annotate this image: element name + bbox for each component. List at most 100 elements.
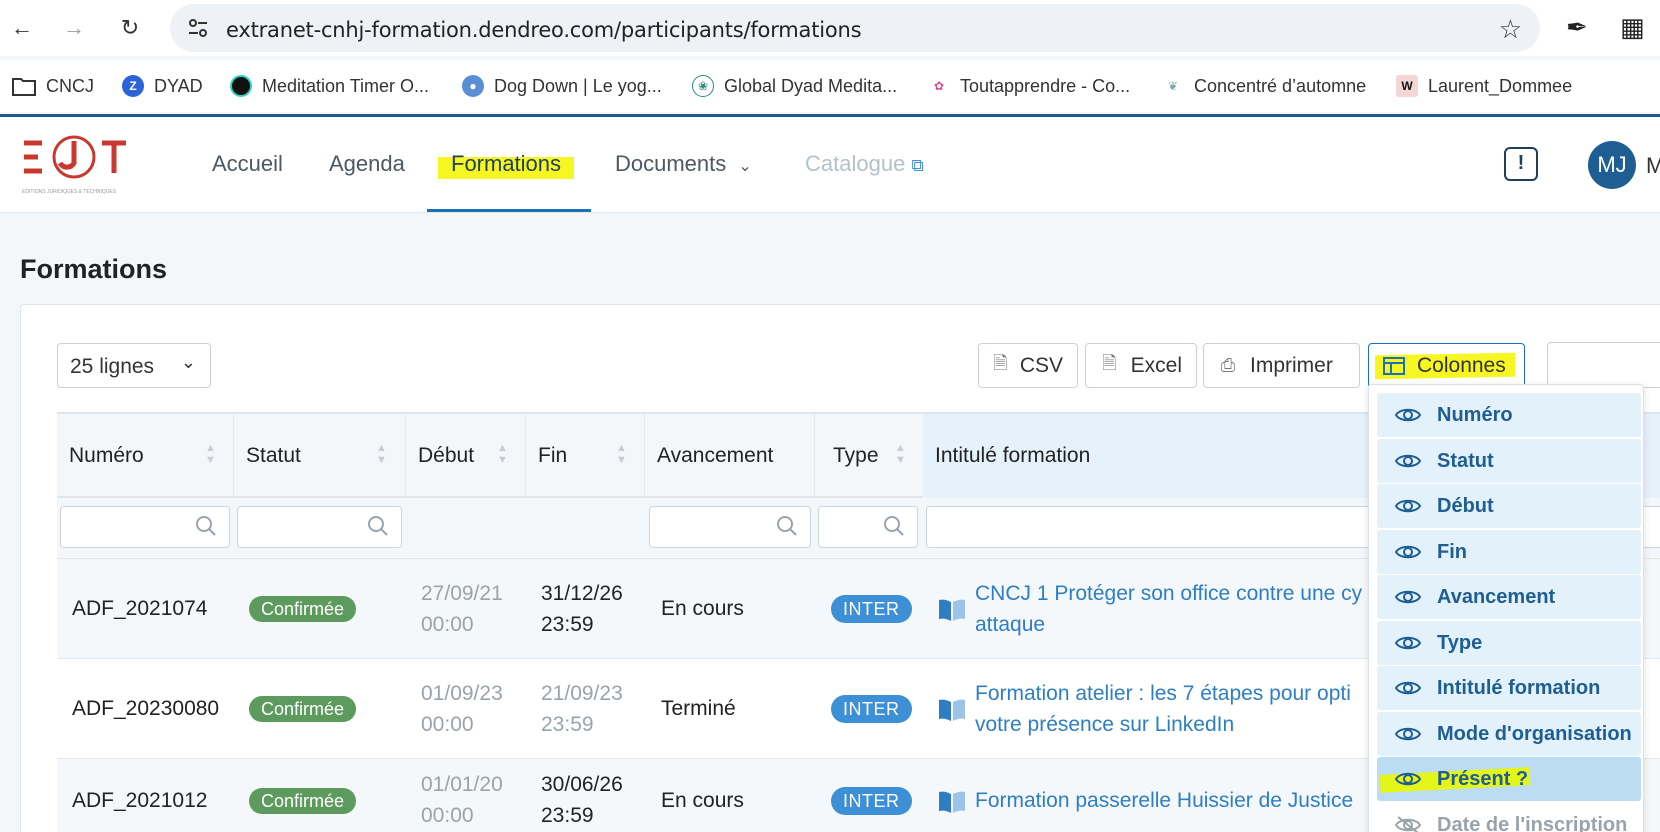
formation-link[interactable]: CNCJ 1 Protéger son office contre une cy xyxy=(975,578,1362,609)
column-toggle-date-inscription[interactable]: Date de l'inscription xyxy=(1377,803,1641,832)
column-divider xyxy=(644,414,645,498)
csv-button[interactable]: 🗎 CSV xyxy=(978,343,1078,388)
column-toggle-label: Type xyxy=(1437,631,1483,654)
col-header-type[interactable]: Type xyxy=(833,444,879,468)
nav-documents[interactable]: Documents ⌄ xyxy=(615,151,752,177)
forward-arrow-icon[interactable]: → xyxy=(58,12,90,44)
bookmark-label: Meditation Timer O... xyxy=(262,75,430,96)
column-toggle-avancement[interactable]: Avancement xyxy=(1377,575,1641,619)
column-toggle-intitule[interactable]: Intitulé formation xyxy=(1377,666,1641,710)
page-title: Formations xyxy=(20,254,168,284)
avatar[interactable]: MJ xyxy=(1588,141,1636,189)
bookmark-label: DYAD xyxy=(154,75,203,96)
formation-link[interactable]: Formation passerelle Huissier de Justice xyxy=(975,785,1353,816)
nav-accueil[interactable]: Accueil xyxy=(212,151,283,177)
cell-numero: ADF_2021074 xyxy=(72,597,208,620)
bookmark-item[interactable]: W Laurent_Dommee xyxy=(1396,72,1572,100)
column-toggle-debut[interactable]: Début xyxy=(1377,484,1641,528)
search-icon xyxy=(777,516,797,536)
column-toggle-label: Avancement xyxy=(1437,585,1556,608)
eye-icon xyxy=(1395,545,1421,559)
bookmark-item[interactable]: CNCJ xyxy=(12,72,94,100)
cell-fin-date: 30/06/26 xyxy=(541,773,623,796)
excel-label: Excel xyxy=(1130,353,1182,377)
filter-avancement-input[interactable] xyxy=(649,506,811,548)
w-icon: W xyxy=(1396,75,1418,97)
col-header-statut[interactable]: Statut xyxy=(246,444,301,468)
eyedropper-icon[interactable]: ✒ xyxy=(1566,12,1588,43)
back-arrow-icon[interactable]: ← xyxy=(6,12,38,44)
col-header-fin[interactable]: Fin xyxy=(538,444,567,468)
nav-catalogue-label: Catalogue xyxy=(805,151,906,176)
address-bar[interactable]: extranet-cnhj-formation.dendreo.com/part… xyxy=(170,4,1540,52)
col-header-debut[interactable]: Début xyxy=(418,444,474,468)
reload-icon[interactable]: ↻ xyxy=(114,12,146,44)
sort-icon[interactable]: ▲ ▼ xyxy=(376,442,388,468)
site-settings-icon[interactable] xyxy=(186,16,210,40)
user-name[interactable]: M xyxy=(1646,153,1660,179)
eye-icon xyxy=(1395,454,1421,468)
column-toggle-label: Présent ? xyxy=(1437,767,1529,790)
sort-icon[interactable]: ▲ ▼ xyxy=(205,442,217,468)
bookmark-item[interactable]: ❦ Concentré d’automne xyxy=(1162,72,1366,100)
column-toggle-statut[interactable]: Statut xyxy=(1377,439,1641,483)
column-toggle-numero[interactable]: Numéro xyxy=(1377,393,1641,437)
sort-icon[interactable]: ▲ ▼ xyxy=(895,442,907,468)
col-header-numero[interactable]: Numéro xyxy=(69,444,144,468)
bookmark-star-icon[interactable]: ☆ xyxy=(1499,14,1522,45)
nav-agenda[interactable]: Agenda xyxy=(329,151,405,177)
column-toggle-type[interactable]: Type xyxy=(1377,621,1641,665)
column-divider xyxy=(814,414,815,498)
columns-button[interactable]: Colonnes xyxy=(1368,343,1525,388)
csv-file-icon: 🗎 xyxy=(993,352,1008,373)
cell-fin-date: 31/12/26 xyxy=(541,582,623,605)
excel-button[interactable]: 🗎 Excel xyxy=(1085,343,1197,388)
cell-debut-time: 00:00 xyxy=(421,713,474,736)
filter-type-input[interactable] xyxy=(818,506,918,548)
cell-fin-time: 23:59 xyxy=(541,613,594,636)
print-button[interactable]: ⎙ Imprimer xyxy=(1203,343,1360,388)
search-icon xyxy=(368,516,388,536)
columns-icon xyxy=(1383,356,1405,375)
col-header-avancement[interactable]: Avancement xyxy=(657,444,773,468)
bookmark-item[interactable]: ✿ Toutapprendre - Co... xyxy=(928,72,1130,100)
sort-icon[interactable]: ▲ ▼ xyxy=(497,442,509,468)
ejt-logo[interactable]: EDITIONS JURIDIQUES & TECHNIQUES xyxy=(18,135,130,199)
cell-debut-date: 27/09/21 xyxy=(421,582,503,605)
nav-formations[interactable]: Formations xyxy=(451,151,561,177)
nav-catalogue[interactable]: Catalogue ⧉ xyxy=(805,151,924,177)
cell-avancement: En cours xyxy=(661,597,744,620)
bookmark-item[interactable]: Z DYAD xyxy=(122,72,203,100)
bookmark-item[interactable]: ● Dog Down | Le yog... xyxy=(462,72,662,100)
column-toggle-present[interactable]: Présent ? xyxy=(1377,757,1641,801)
eye-icon xyxy=(1395,590,1421,604)
nav-active-indicator xyxy=(427,209,591,212)
cell-avancement: Terminé xyxy=(661,697,736,720)
cell-fin-date: 21/09/23 xyxy=(541,682,623,705)
extensions-puzzle-icon[interactable]: ▦ xyxy=(1620,12,1645,43)
formation-link[interactable]: Formation atelier : les 7 étapes pour op… xyxy=(975,678,1351,709)
excel-file-icon: 🗎 xyxy=(1102,352,1117,373)
col-header-intitule[interactable]: Intitulé formation xyxy=(935,444,1090,468)
eye-icon xyxy=(1395,727,1421,741)
feedback-icon[interactable]: ! xyxy=(1504,147,1538,181)
sort-icon[interactable]: ▲ ▼ xyxy=(616,442,628,468)
filter-statut-input[interactable] xyxy=(237,506,402,548)
eye-icon xyxy=(1395,772,1421,786)
formation-link[interactable]: votre présence sur LinkedIn xyxy=(975,709,1234,740)
nav-documents-label: Documents xyxy=(615,151,727,176)
column-toggle-fin[interactable]: Fin xyxy=(1377,530,1641,574)
global-search-input[interactable] xyxy=(1547,342,1660,388)
url-text[interactable]: extranet-cnhj-formation.dendreo.com/part… xyxy=(226,18,862,42)
bookmark-label: Concentré d’automne xyxy=(1194,75,1367,96)
bookmark-item[interactable]: ❀ Global Dyad Medita... xyxy=(692,72,897,100)
lotus-icon: ❀ xyxy=(692,75,714,97)
filter-numero-input[interactable] xyxy=(60,506,230,548)
bookmark-item[interactable]: Meditation Timer O... xyxy=(230,72,429,100)
column-toggle-mode-organisation[interactable]: Mode d'organisation xyxy=(1377,712,1641,756)
formation-link[interactable]: attaque xyxy=(975,609,1045,640)
column-divider xyxy=(405,414,406,498)
type-badge: INTER xyxy=(831,595,912,623)
lines-per-page-select[interactable]: 25 lignes ⌄ xyxy=(57,343,211,388)
cell-debut-date: 01/01/20 xyxy=(421,773,503,796)
